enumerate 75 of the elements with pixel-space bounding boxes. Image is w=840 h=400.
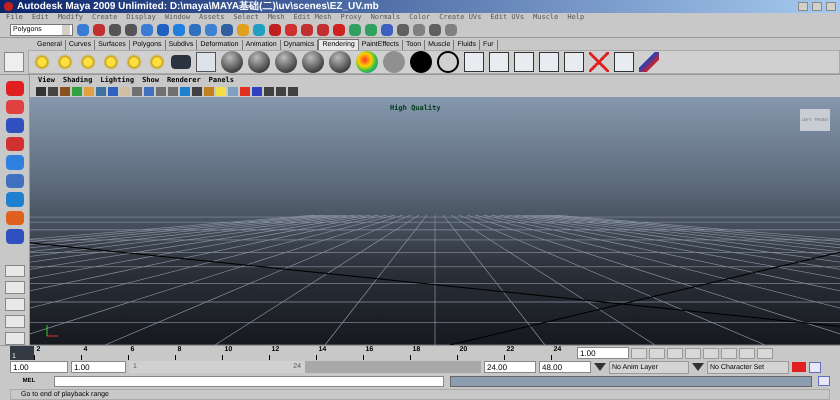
toolbar-icon[interactable] xyxy=(381,24,393,36)
toolbar-icon[interactable] xyxy=(93,24,105,36)
range-start-field[interactable]: 1.00 xyxy=(71,361,126,373)
playback-button[interactable] xyxy=(703,348,719,358)
render-icon[interactable] xyxy=(196,52,216,72)
range-end-field[interactable]: 24.00 xyxy=(484,361,536,373)
light-icon[interactable] xyxy=(79,53,97,71)
minimize-icon[interactable] xyxy=(798,2,808,11)
toolbar-icon[interactable] xyxy=(221,24,233,36)
app-icon xyxy=(4,2,13,11)
light-icon[interactable] xyxy=(148,53,166,71)
toolbar-icon[interactable] xyxy=(157,24,169,36)
playback-button[interactable] xyxy=(631,348,647,358)
toolbar-icon[interactable] xyxy=(349,24,361,36)
render-settings-icon[interactable] xyxy=(489,52,509,72)
tool-icon[interactable] xyxy=(6,210,24,226)
toolbar-icon[interactable] xyxy=(397,24,409,36)
tool-icon[interactable] xyxy=(6,81,24,96)
toolbar-icon[interactable] xyxy=(269,24,281,36)
playback-button[interactable] xyxy=(685,348,701,358)
start-time-field[interactable]: 1.00 xyxy=(10,361,68,373)
toolbar-icon[interactable] xyxy=(413,24,425,36)
toolbar-icon[interactable] xyxy=(365,24,377,36)
tool-icon[interactable] xyxy=(6,174,24,188)
playback-button[interactable] xyxy=(739,348,755,358)
cross-icon[interactable] xyxy=(589,52,609,72)
tool-icon[interactable] xyxy=(6,136,24,152)
tool-icon[interactable] xyxy=(6,229,24,244)
render-settings-icon[interactable] xyxy=(539,52,559,72)
command-field[interactable] xyxy=(54,376,444,386)
toolbar-icon[interactable] xyxy=(189,24,201,36)
toolbar-icon[interactable] xyxy=(333,24,345,36)
tool-icon[interactable] xyxy=(6,155,24,170)
light-icon[interactable] xyxy=(102,53,120,71)
preferences-icon[interactable] xyxy=(809,362,821,372)
layout-icon[interactable] xyxy=(4,298,24,312)
toolbar-icon[interactable] xyxy=(205,24,217,36)
render-settings-icon[interactable] xyxy=(514,52,534,72)
playback-button[interactable] xyxy=(721,348,737,358)
light-icon[interactable] xyxy=(125,53,143,71)
layout-icon[interactable] xyxy=(4,281,24,294)
maximize-icon[interactable] xyxy=(812,2,822,11)
layout-icon[interactable] xyxy=(4,264,24,278)
toolbar-icon[interactable] xyxy=(301,24,313,36)
light-icon[interactable] xyxy=(56,53,74,71)
playback-button[interactable] xyxy=(757,348,773,358)
brush-icon[interactable] xyxy=(639,52,659,72)
toolbar-icon[interactable] xyxy=(285,24,297,36)
current-time-field[interactable]: 1.00 xyxy=(577,347,629,359)
window-title: Autodesk Maya 2009 Unlimited: D:\maya\MAYA基础(二)\uv\scenes\EZ_UV.mb xyxy=(17,0,379,12)
toolbar-icon[interactable] xyxy=(253,24,265,36)
playback-button[interactable] xyxy=(649,348,665,358)
tool-icon[interactable] xyxy=(6,100,24,114)
toolbar-icon[interactable] xyxy=(125,24,137,36)
layout-icon[interactable] xyxy=(4,315,24,328)
shelf-menu-icon[interactable] xyxy=(4,52,24,72)
toolbar-icon[interactable] xyxy=(109,24,121,36)
axis-indicator-icon xyxy=(44,323,60,339)
tool-icon[interactable] xyxy=(6,192,24,207)
toolbar-icon[interactable] xyxy=(77,24,89,36)
toolbar-icon[interactable] xyxy=(173,24,185,36)
close-icon[interactable] xyxy=(826,2,836,11)
toolbar-icon[interactable] xyxy=(141,24,153,36)
toolbar-icon[interactable] xyxy=(317,24,329,36)
playback-button[interactable] xyxy=(667,348,683,358)
light-icon[interactable] xyxy=(33,53,51,71)
toolbar-icon[interactable] xyxy=(429,24,441,36)
render-settings-icon[interactable] xyxy=(564,52,584,72)
render-settings-icon[interactable] xyxy=(464,52,484,72)
toolbar-icon[interactable] xyxy=(445,24,457,36)
layout-icon[interactable] xyxy=(4,332,24,346)
script-editor-icon[interactable] xyxy=(818,376,830,386)
end-time-field[interactable]: 48.00 xyxy=(539,361,591,373)
tool-icon[interactable] xyxy=(6,118,24,133)
render-settings-icon[interactable] xyxy=(614,52,634,72)
